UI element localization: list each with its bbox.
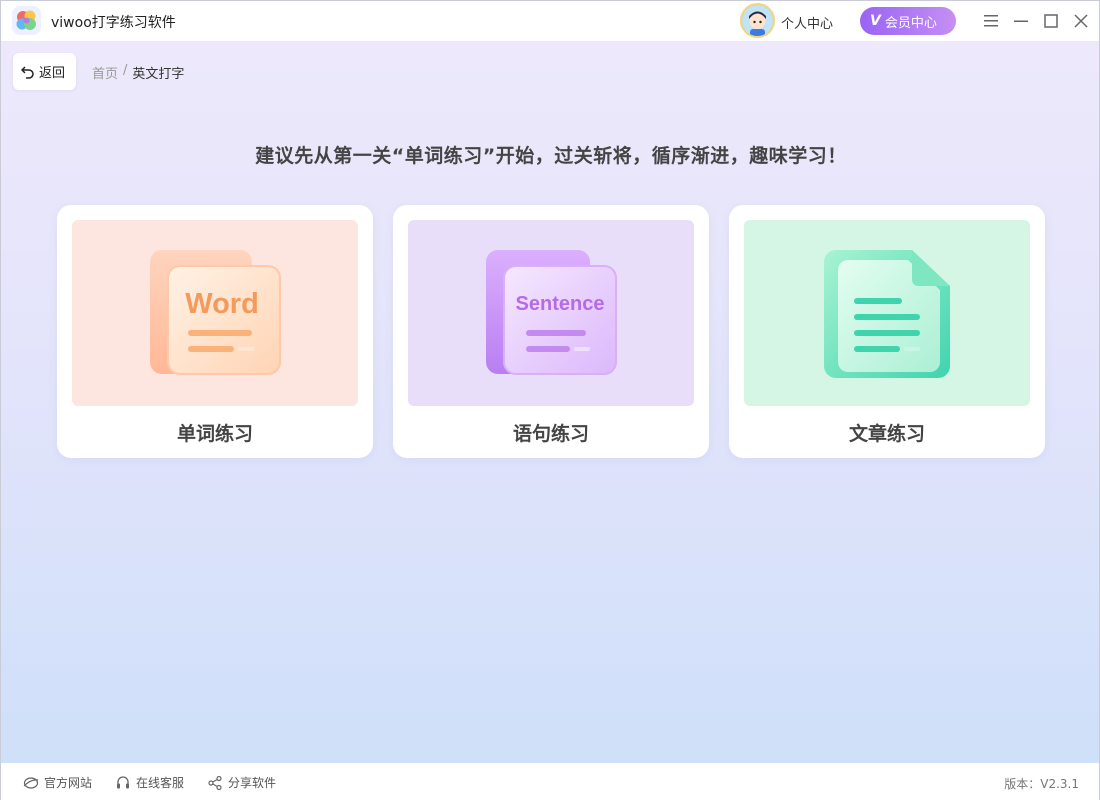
close-icon[interactable] <box>1071 11 1091 31</box>
online-support-link[interactable]: 在线客服 <box>115 774 184 791</box>
sentence-practice-label: 语句练习 <box>512 423 589 445</box>
official-website-link[interactable]: 官方网站 <box>23 774 92 791</box>
sentence-practice-illustration: Sentence <box>408 220 694 406</box>
word-art-text: Word <box>185 288 259 320</box>
word-practice-card[interactable]: Word 单词练习 <box>57 205 373 458</box>
menu-icon[interactable] <box>981 11 1001 31</box>
app-window: viwoo打字练习软件 个人中心 V 会员中心 返回 首页 / 英文打字 建议先… <box>0 0 1100 800</box>
word-practice-illustration: Word <box>72 220 358 406</box>
sentence-art-text: Sentence <box>516 293 605 315</box>
back-button[interactable]: 返回 <box>13 53 76 90</box>
headset-icon <box>117 775 129 788</box>
personal-center-link[interactable]: 个人中心 <box>781 13 833 32</box>
title-bar: viwoo打字练习软件 个人中心 V 会员中心 <box>1 1 1099 41</box>
hint-text: 建议先从第一关“单词练习”开始，过关斩将，循序渐进，趣味学习！ <box>255 145 847 167</box>
word-practice-label: 单词练习 <box>176 423 253 445</box>
vip-center-button[interactable]: V 会员中心 <box>860 7 956 35</box>
breadcrumb-separator: / <box>123 63 128 78</box>
sentence-practice-card[interactable]: Sentence 语句练习 <box>393 205 709 458</box>
app-title: viwoo打字练习软件 <box>51 15 176 31</box>
minimize-icon[interactable] <box>1011 11 1031 31</box>
app-logo-icon <box>12 6 41 35</box>
share-software-link[interactable]: 分享软件 <box>207 774 276 791</box>
breadcrumb-current: 英文打字 <box>132 67 185 82</box>
version-text: 版本：V2.3.1 <box>1004 777 1079 791</box>
article-practice-label: 文章练习 <box>848 423 925 445</box>
online-support-label: 在线客服 <box>136 776 185 790</box>
official-website-label: 官方网站 <box>44 776 93 790</box>
back-label: 返回 <box>39 66 66 81</box>
footer: 官方网站 在线客服 分享软件 版本：V2.3.1 <box>1 763 1099 800</box>
breadcrumb: 首页 / 英文打字 <box>92 63 184 82</box>
article-practice-illustration <box>744 220 1030 406</box>
share-software-label: 分享软件 <box>228 776 277 790</box>
undo-arrow-icon <box>21 65 34 79</box>
maximize-icon[interactable] <box>1041 11 1061 31</box>
article-practice-card[interactable]: 文章练习 <box>729 205 1045 458</box>
vip-icon: V <box>870 13 881 29</box>
vip-center-label: 会员中心 <box>884 15 937 31</box>
globe-icon <box>23 776 39 789</box>
user-avatar[interactable] <box>740 3 775 38</box>
share-icon <box>208 775 222 790</box>
breadcrumb-home[interactable]: 首页 <box>92 63 118 82</box>
